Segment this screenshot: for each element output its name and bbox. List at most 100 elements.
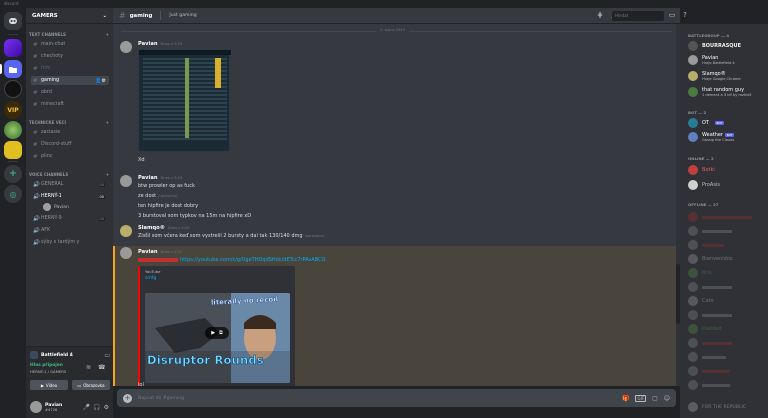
microphone-icon[interactable]: 🎤 <box>83 404 90 411</box>
inbox-icon[interactable]: ▭ <box>668 11 676 19</box>
channel-zaclasie[interactable]: # zaclasie <box>31 128 109 137</box>
channel-topic[interactable]: Just gaming <box>169 13 196 18</box>
channel-fnm[interactable]: # fnm <box>31 64 109 73</box>
channel-chechoty[interactable]: # chechoty <box>31 52 109 61</box>
avatar[interactable] <box>120 175 132 187</box>
channel-obrd[interactable]: # obrd <box>31 88 109 97</box>
author-name[interactable]: Pavian <box>138 41 158 47</box>
noise-suppression-icon[interactable]: ≋ <box>86 364 91 371</box>
emoji-icon[interactable]: ☺ <box>664 395 670 402</box>
gif-icon[interactable]: GIF <box>635 394 647 402</box>
member-item[interactable]: ProAsis <box>688 180 768 190</box>
member-item[interactable]: OT BOT <box>688 118 768 128</box>
message-input[interactable]: Napsat do #gaming <box>138 396 616 401</box>
member-item[interactable] <box>688 212 768 222</box>
member-item[interactable] <box>688 380 768 390</box>
member-activity: Hraje Battlefield 4 <box>702 61 735 65</box>
avatar[interactable] <box>120 225 132 237</box>
voice-connected-status[interactable]: Hlas připojen <box>30 363 63 368</box>
embed-title[interactable]: smfg <box>145 276 156 281</box>
member-item[interactable]: Weather BOT Gossip the Clouds <box>688 132 768 142</box>
author-name[interactable]: Slamqo® <box>138 225 165 231</box>
avatar[interactable] <box>30 401 42 413</box>
screen-button[interactable]: ▭ Obrazovka <box>72 380 110 390</box>
voice-channel-herny-1[interactable]: 🔊 HERNÝ-1 00 <box>31 192 109 201</box>
video-button[interactable]: ▶ Video <box>30 380 68 390</box>
server-icon-yellow[interactable] <box>4 141 22 159</box>
explore-icon[interactable]: ◎ <box>4 185 22 203</box>
home-icon[interactable] <box>4 12 22 30</box>
invite-icon[interactable]: 👤⚙ <box>95 78 106 84</box>
avatar <box>688 366 698 376</box>
search-input[interactable]: Hledat <box>612 11 664 21</box>
server-icon-dark[interactable] <box>4 80 22 98</box>
gift-icon[interactable]: 🎁 <box>622 395 629 402</box>
channel-label: gaming <box>41 78 60 83</box>
member-item[interactable]: BOURRASQUE <box>688 41 768 51</box>
embed-provider[interactable]: YouTube <box>145 269 160 274</box>
member-item[interactable] <box>688 282 768 292</box>
add-channel-icon[interactable]: + <box>106 32 109 37</box>
channel-main-chat[interactable]: # main-chat <box>31 40 109 49</box>
gear-icon[interactable]: ⚙ <box>104 404 109 411</box>
headphones-icon[interactable]: 🎧 <box>93 404 100 411</box>
voice-channel-syby[interactable]: 🔊 sýby s tardým y <box>31 238 109 247</box>
channel-label: HERNÝ-1 <box>41 194 62 199</box>
member-item[interactable] <box>688 352 768 362</box>
channel-gaming[interactable]: # gaming 👤⚙ <box>31 76 109 85</box>
member-item[interactable]: FOR THE REPUBLIC <box>688 402 768 412</box>
attachment-image[interactable] <box>138 49 231 152</box>
member-item[interactable]: Daddad <box>688 324 768 334</box>
member-item[interactable]: that random guy 1 dement a 3 leť by rozhl… <box>688 87 768 97</box>
voice-channel-general[interactable]: 🔊 GENERAL 00 <box>31 180 109 189</box>
speaker-icon: 🔊 <box>33 193 40 200</box>
channel-minecraft[interactable]: # minecraft <box>31 100 109 109</box>
sticker-icon[interactable]: ▢ <box>652 395 658 402</box>
member-item[interactable]: Bienvenidos <box>688 254 768 264</box>
member-item[interactable]: Cato <box>688 296 768 306</box>
screen-share-icon[interactable]: ▭ <box>104 352 110 359</box>
member-item[interactable]: Pavian Hraje Battlefield 4 <box>688 55 768 65</box>
member-item[interactable] <box>688 366 768 376</box>
avatar[interactable] <box>120 247 132 259</box>
channel-discord-stuff[interactable]: # Discord-stuff <box>31 140 109 149</box>
member-item[interactable] <box>688 240 768 250</box>
channel-plinc[interactable]: # plinc <box>31 152 109 161</box>
avatar <box>688 41 698 51</box>
avatar <box>688 282 698 292</box>
author-name[interactable]: Pavian <box>138 249 158 255</box>
member-item[interactable] <box>688 310 768 320</box>
member-item[interactable]: Slamqo® Hraje Google Chrome <box>688 71 768 81</box>
play-icon[interactable]: ▶ <box>211 330 215 336</box>
channel-label: minecraft <box>41 102 65 107</box>
member-item[interactable]: Botki <box>688 165 768 175</box>
message-link[interactable]: https://youtube.com/c/g/UgeTHOqdSHdc/dET… <box>180 257 325 263</box>
voice-channel-herny-9[interactable]: 🔊 HERNÝ-9 00 <box>31 214 109 223</box>
open-external-icon[interactable]: ⧉ <box>219 330 223 336</box>
member-item[interactable] <box>688 338 768 348</box>
member-item[interactable]: Brix <box>688 268 768 278</box>
category-tech[interactable]: TECHNICKE VECI + <box>29 120 109 125</box>
voice-channel-afk[interactable]: 🔊 AFK <box>31 226 109 235</box>
add-server-icon[interactable]: + <box>4 165 22 183</box>
play-controls[interactable]: ▶ ⧉ <box>205 327 229 339</box>
message-header: Pavian Dnes v 0:22 <box>138 249 182 255</box>
attach-icon[interactable]: + <box>123 393 132 403</box>
help-icon[interactable]: ? <box>681 11 689 19</box>
server-header[interactable]: GAMERS ⌄ <box>26 8 113 24</box>
add-channel-icon[interactable]: + <box>106 120 109 125</box>
voice-user[interactable]: Pavian <box>43 203 69 211</box>
category-text-channels[interactable]: TEXT CHANNELS + <box>29 32 109 37</box>
avatar[interactable] <box>120 41 132 53</box>
server-icon-purple[interactable] <box>4 39 22 57</box>
member-item[interactable] <box>688 226 768 236</box>
add-channel-icon[interactable]: + <box>106 172 109 177</box>
disconnect-icon[interactable]: ☎ <box>98 364 105 371</box>
threads-icon[interactable]: ⋕ <box>596 11 604 19</box>
server-icon-vip[interactable]: VIP <box>4 101 22 119</box>
server-icon-green[interactable] <box>4 121 22 139</box>
server-icon-blue[interactable] <box>4 60 22 78</box>
video-thumbnail[interactable]: literally no recoil Disruptor Rounds ▶ ⧉ <box>145 293 290 383</box>
category-voice[interactable]: VOICE CHANNELS + <box>29 172 109 177</box>
author-name[interactable]: Pavian <box>138 175 158 181</box>
